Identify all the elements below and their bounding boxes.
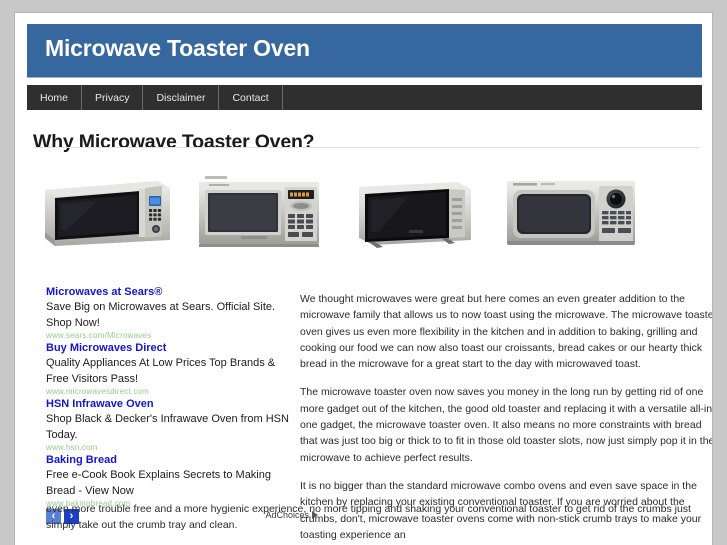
product-image-gallery [33,168,708,261]
article-paragraph: The microwave toaster oven now saves you… [300,386,713,464]
nav-item-contact[interactable]: Contact [219,85,283,110]
ad-display-url: www.hsn.com [46,443,98,451]
nav-item-privacy[interactable]: Privacy [82,85,144,110]
ad-display-url: www.microwavesdirect.com [46,387,150,395]
article-tail-column: even more trouble free and a more hygien… [46,501,712,545]
ad-sidebar: Microwaves at Sears® Save Big on Microwa… [46,285,318,524]
article-paragraph: even more trouble free and a more hygien… [46,503,691,532]
ad-unit: Microwaves at Sears® Save Big on Microwa… [46,285,296,339]
site-header: Microwave Toaster Oven [27,24,702,77]
ad-title-link[interactable]: HSN Infrawave Oven [46,397,296,412]
ad-description: Free e-Cook Book Explains Secrets to Mak… [46,469,271,497]
product-image-stainless-microwave-open-door [37,168,177,261]
nav-item-disclaimer[interactable]: Disclaimer [143,85,220,110]
ad-title-link[interactable]: Baking Bread [46,453,296,468]
product-image-sharp-dial-microwave [503,168,639,261]
title-divider [33,147,699,148]
nav-item-home[interactable]: Home [27,85,83,110]
product-image-black-front-microwave [353,168,477,261]
site-title: Microwave Toaster Oven [45,35,310,61]
ad-description: Save Big on Microwaves at Sears. Officia… [46,301,276,329]
ad-display-url: www.sears.com/Microwaves [46,331,152,339]
ad-unit: Buy Microwaves Direct Quality Appliances… [46,341,296,395]
main-navigation: Home Privacy Disclaimer Contact [27,85,702,110]
page-title: Why Microwave Toaster Oven? [33,131,315,154]
ad-unit: HSN Infrawave Oven Shop Black & Decker's… [46,397,296,451]
ad-unit: Baking Bread Free e-Cook Book Explains S… [46,453,296,507]
ad-title-link[interactable]: Buy Microwaves Direct [46,341,296,356]
ad-description: Quality Appliances At Low Prices Top Bra… [46,357,276,385]
product-image-sharp-countertop-microwave [195,168,323,261]
page-container: Microwave Toaster Oven Home Privacy Disc… [14,12,713,545]
nav-empty-space [283,85,702,110]
ad-description: Shop Black & Decker's Infrawave Oven fro… [46,413,289,441]
ad-title-link[interactable]: Microwaves at Sears® [46,285,296,300]
article-paragraph: We thought microwaves were great but her… [300,293,713,371]
